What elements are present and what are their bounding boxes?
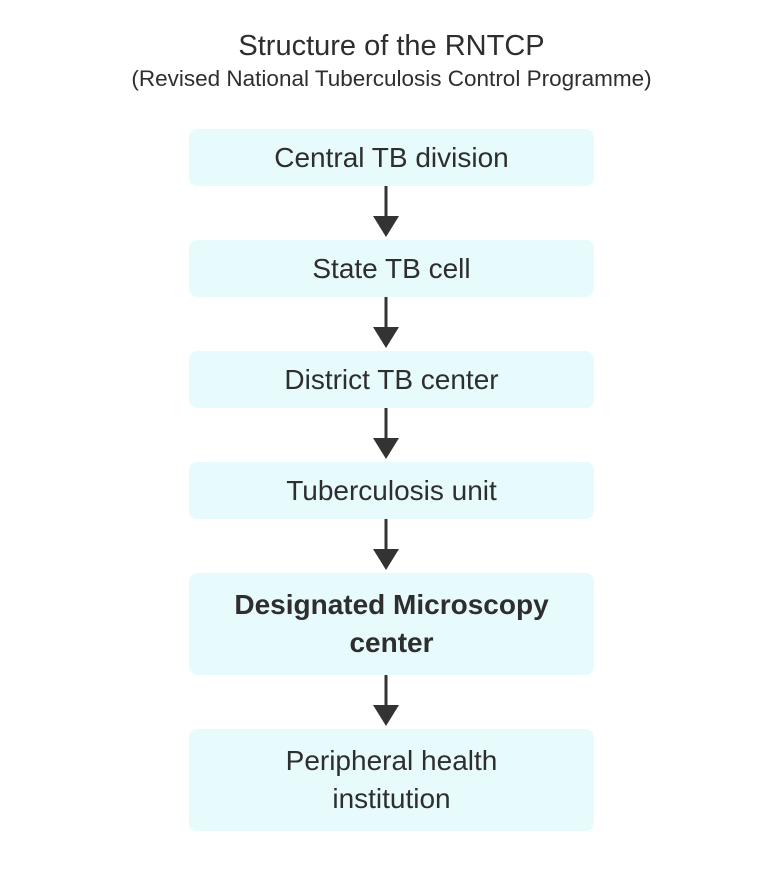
- node-label: Tuberculosis unit: [286, 474, 497, 506]
- arrow-down-icon: [373, 297, 399, 348]
- arrow-down-icon: [373, 408, 399, 459]
- node-label: Peripheral health institution: [285, 745, 498, 814]
- node-central-tb-division: Central TB division: [189, 129, 594, 186]
- node-label: State TB cell: [312, 252, 471, 284]
- node-district-tb-center: District TB center: [189, 351, 594, 408]
- node-designated-microscopy-center: Designated Microscopy center: [189, 573, 594, 675]
- node-peripheral-health-institution: Peripheral health institution: [189, 729, 594, 831]
- node-label: District TB center: [284, 363, 499, 395]
- arrow-down-icon: [373, 519, 399, 570]
- node-tuberculosis-unit: Tuberculosis unit: [189, 462, 594, 519]
- node-label: Central TB division: [274, 141, 509, 173]
- diagram-subtitle: (Revised National Tuberculosis Control P…: [131, 66, 652, 91]
- arrow-down-icon: [373, 675, 399, 726]
- node-state-tb-cell: State TB cell: [189, 240, 594, 297]
- diagram-title: Structure of the RNTCP: [238, 30, 545, 62]
- node-label: Designated Microscopy center: [234, 589, 549, 658]
- arrow-down-icon: [373, 186, 399, 237]
